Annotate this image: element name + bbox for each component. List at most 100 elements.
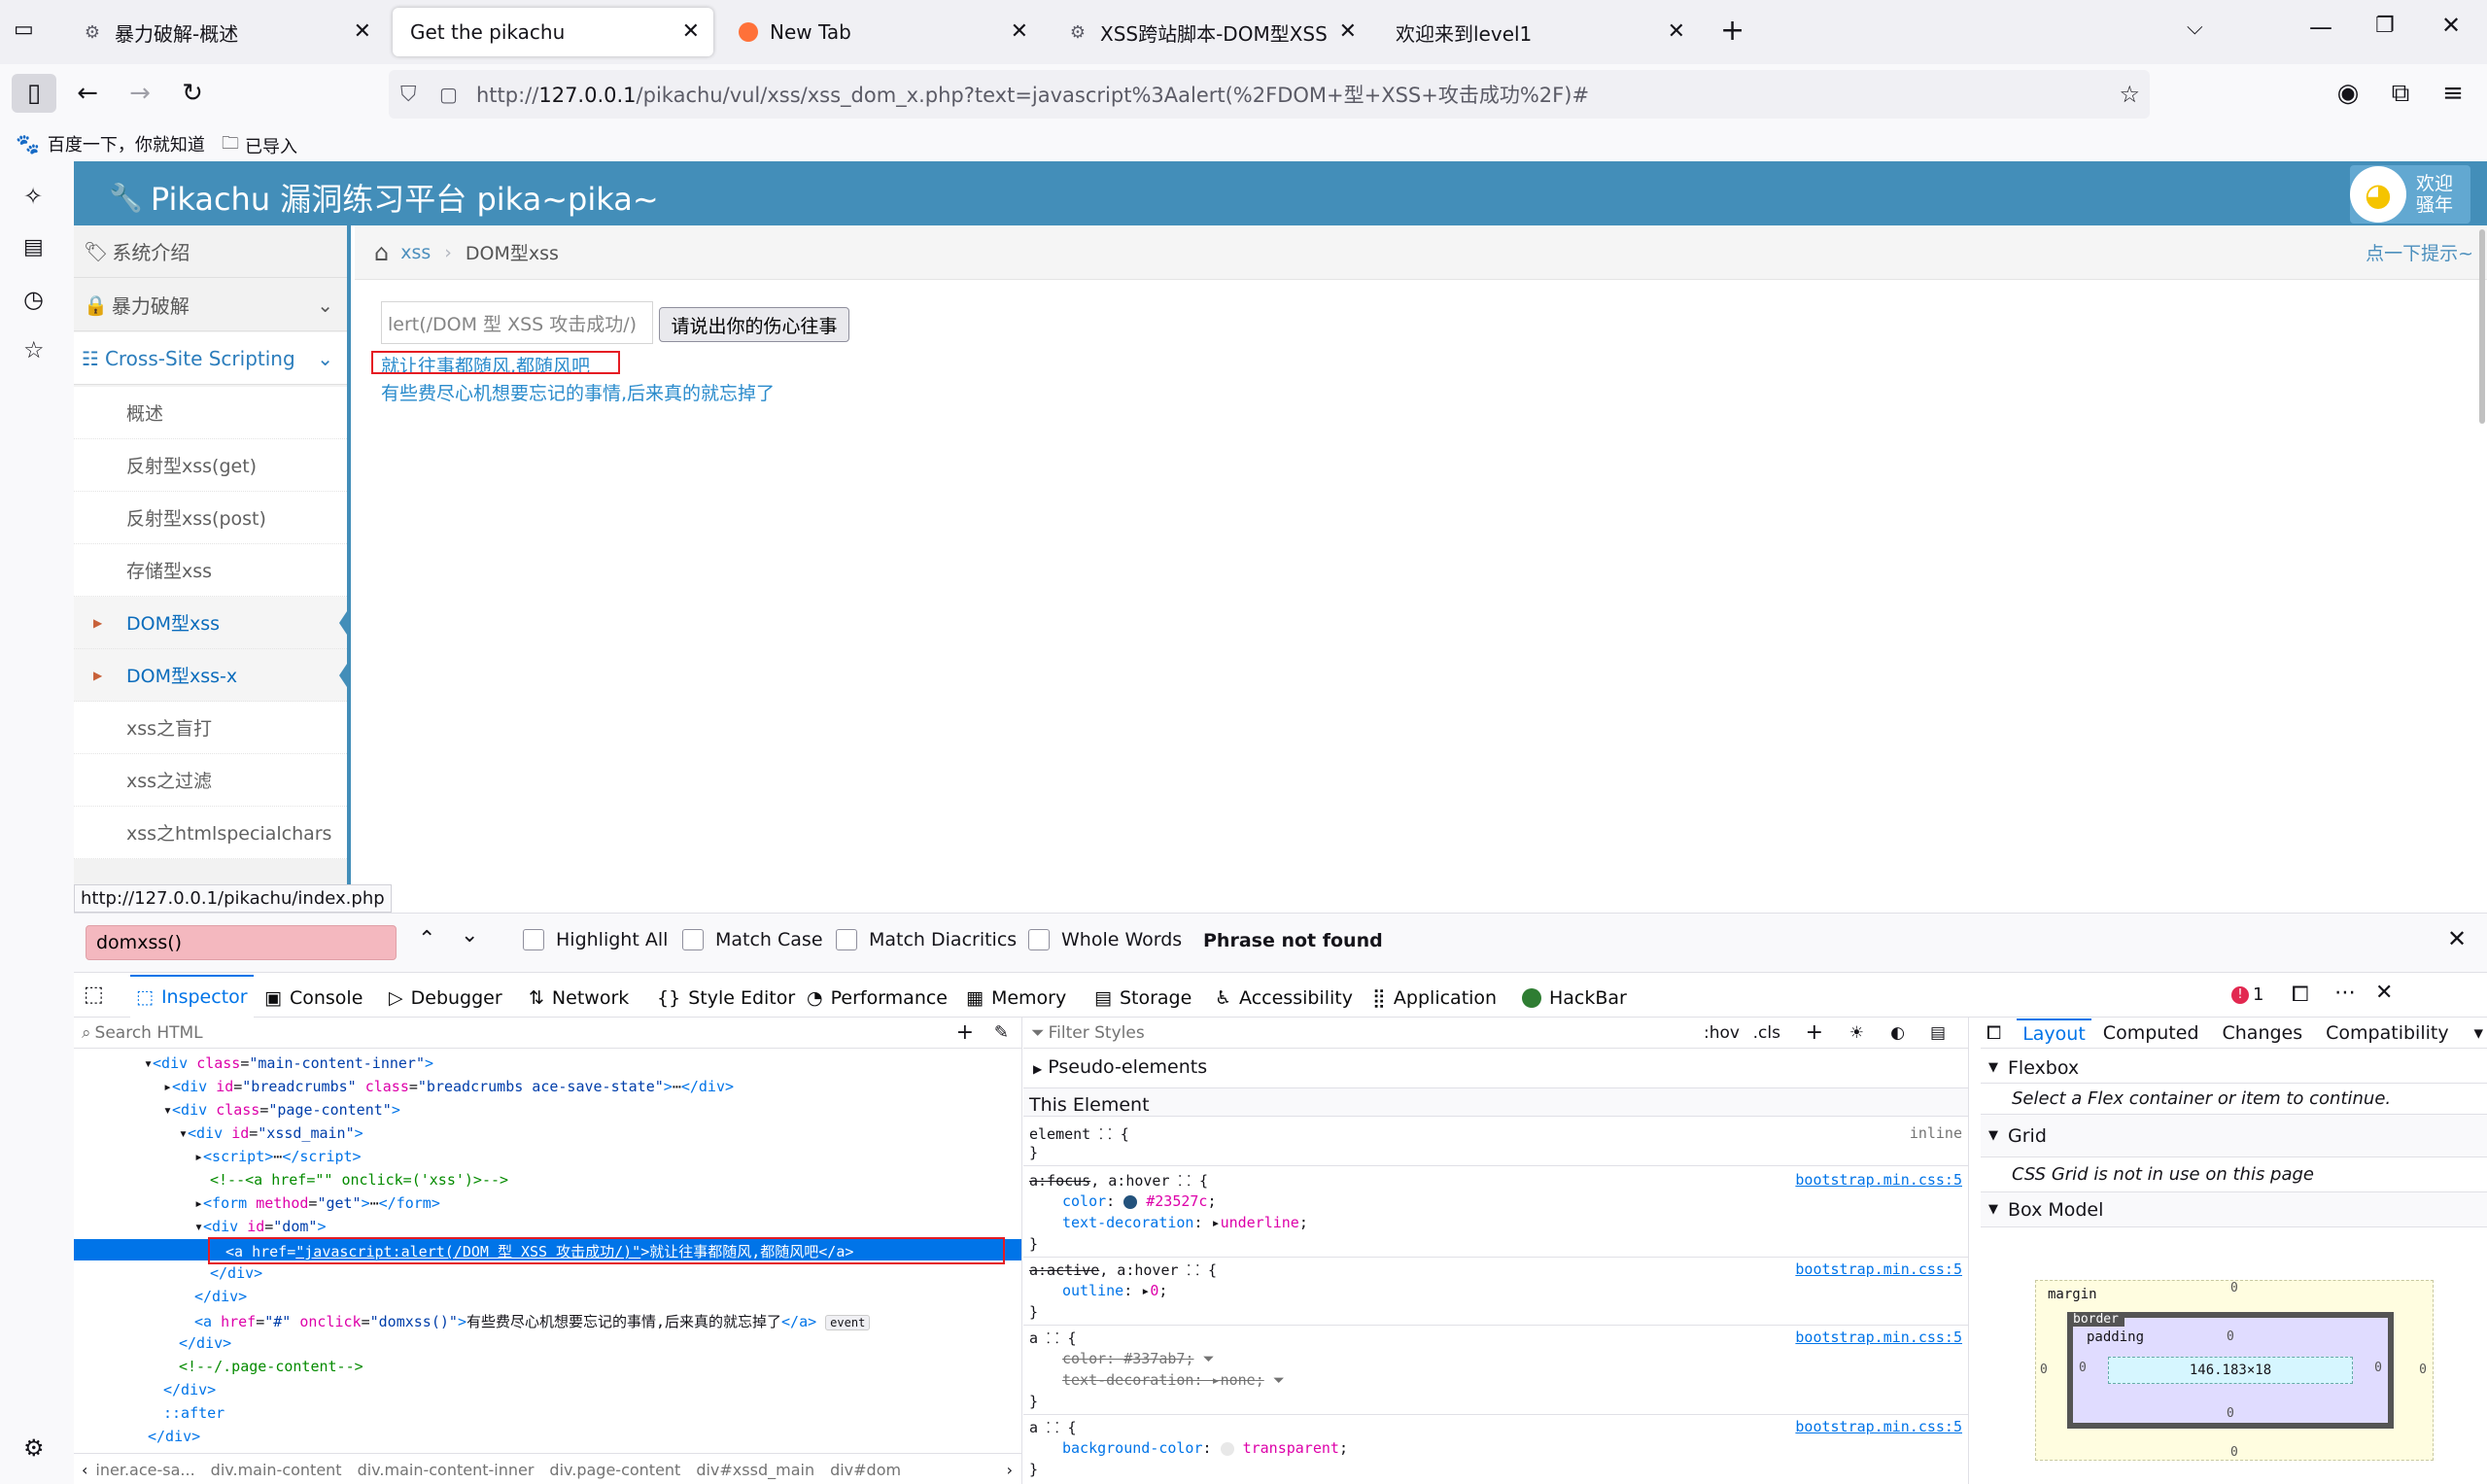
chevron-right-icon[interactable]: ›: [1007, 1461, 1013, 1479]
submenu-item[interactable]: 概述: [74, 387, 347, 439]
tab-layout[interactable]: Layout: [2017, 1018, 2091, 1048]
grid-section[interactable]: ▼ Grid: [1981, 1115, 2487, 1157]
close-devtools-icon[interactable]: ✕: [2375, 981, 2393, 1005]
submenu-item-active[interactable]: ▶ DOM型xss: [74, 597, 351, 649]
tab-new-tab[interactable]: New Tab ✕: [721, 8, 1042, 56]
new-tab-button[interactable]: +: [1720, 14, 1744, 48]
event-badge[interactable]: event: [825, 1315, 871, 1330]
submenu-item-active[interactable]: ▶ DOM型xss-x: [74, 649, 351, 702]
css-declaration[interactable]: color: #23527c;: [1062, 1192, 1217, 1210]
markup-line[interactable]: ▸<form method="get">⋯</form>: [194, 1194, 440, 1212]
tab-storage[interactable]: ▤ Storage: [1094, 981, 1192, 1016]
css-source-link[interactable]: bootstrap.min.css:5: [1795, 1260, 1962, 1278]
tab-memory[interactable]: ▦ Memory: [966, 981, 1066, 1016]
submenu-item[interactable]: xss之盲打: [74, 702, 347, 754]
hint-link[interactable]: 点一下提示~: [2366, 239, 2473, 265]
extensions-icon[interactable]: ⧉: [2381, 74, 2420, 113]
text-input[interactable]: [381, 301, 653, 344]
box-model-section[interactable]: ▼ Box Model: [1981, 1192, 2487, 1227]
chevron-down-icon[interactable]: ⌵: [2187, 16, 2203, 40]
css-declaration[interactable]: background-color: transparent;: [1062, 1439, 1348, 1457]
dock-icon[interactable]: ⧠: [2292, 983, 2309, 1007]
menu-icon[interactable]: ≡: [2434, 74, 2472, 113]
tab-performance[interactable]: ◔ Performance: [807, 981, 948, 1016]
hov-toggle[interactable]: :hov: [1704, 1023, 1740, 1043]
page-scrollbar[interactable]: [2479, 229, 2485, 424]
markup-line[interactable]: <a href="#" onclick="domxss()">有些费尽心机想要忘…: [194, 1311, 871, 1331]
markup-line[interactable]: ::after: [163, 1404, 225, 1422]
markup-line[interactable]: ▾<div id="xssd_main">: [179, 1124, 363, 1142]
tab-hackbar[interactable]: HackBar: [1522, 981, 1627, 1016]
css-declaration[interactable]: text-decoration: ▸underline;: [1062, 1214, 1308, 1231]
tab-level1[interactable]: 欢迎来到level1 ✕: [1378, 8, 1699, 56]
tab-brute-force[interactable]: ⚙ 暴力破解-概述 ✕: [64, 8, 385, 56]
close-tab-icon[interactable]: ✕: [682, 19, 700, 44]
search-html-input[interactable]: Search HTML: [95, 1023, 203, 1043]
box-model-content[interactable]: 146.183×18: [2108, 1357, 2353, 1384]
close-tab-icon[interactable]: ✕: [354, 19, 371, 44]
tab-compatibility[interactable]: Compatibility: [2326, 1022, 2448, 1044]
dark-mode-icon[interactable]: ◐: [1890, 1023, 1905, 1043]
bookmark-folder-imported[interactable]: 🗀 已导入: [222, 131, 297, 160]
markup-line[interactable]: <!--<a href="" onclick=('xss')>-->: [210, 1171, 508, 1189]
breadcrumb-link-xss[interactable]: xss: [400, 242, 431, 263]
add-node-icon[interactable]: +: [956, 1020, 974, 1045]
bookmarks-star-icon[interactable]: ☆: [23, 336, 45, 363]
menu-item-brute-force[interactable]: 🔒 暴力破解 ⌄: [74, 279, 347, 331]
box-model-border[interactable]: border padding 0 0 0 0 146.183×18: [2067, 1312, 2394, 1429]
cls-toggle[interactable]: .cls: [1753, 1023, 1780, 1043]
ai-chat-icon[interactable]: ✧: [23, 183, 43, 210]
match-diacritics-checkbox[interactable]: Match Diacritics: [836, 929, 1017, 950]
account-icon[interactable]: ◉: [2329, 74, 2367, 113]
submenu-item[interactable]: xss之过滤: [74, 754, 347, 807]
close-window-button[interactable]: ✕: [2441, 12, 2461, 39]
print-icon[interactable]: ▤: [1930, 1023, 1946, 1043]
find-input[interactable]: [86, 925, 397, 960]
minimize-button[interactable]: —: [2309, 14, 2332, 41]
markup-line[interactable]: </div>: [163, 1381, 216, 1398]
tab-get-pikachu[interactable]: Get the pikachu ✕: [393, 8, 713, 56]
chevron-down-icon[interactable]: ▾: [2473, 1022, 2483, 1044]
css-rule-hover[interactable]: a:focus, a:hover ⸬ {: [1029, 1171, 1208, 1191]
settings-gear-icon[interactable]: ⚙: [23, 1434, 45, 1462]
css-declaration-overridden[interactable]: color: #337ab7; ⏷: [1062, 1350, 1215, 1367]
markup-line[interactable]: </div>: [179, 1334, 231, 1352]
tab-list-icon[interactable]: ▭: [14, 17, 43, 47]
tab-console[interactable]: ▣ Console: [264, 981, 363, 1016]
tab-debugger[interactable]: ▷ Debugger: [389, 981, 502, 1016]
highlight-all-checkbox[interactable]: Highlight All: [523, 929, 668, 950]
url-bar[interactable]: ⛉ ▢ http://127.0.0.1/pikachu/vul/xss/xss…: [389, 70, 2150, 119]
markup-line[interactable]: ▾<div class="main-content-inner">: [144, 1054, 433, 1072]
bookmark-baidu[interactable]: 🐾 百度一下，你就知道: [16, 131, 205, 156]
chevron-left-icon[interactable]: ‹: [82, 1461, 87, 1479]
eyedropper-icon[interactable]: ✎: [994, 1022, 1009, 1043]
css-source-link[interactable]: bootstrap.min.css:5: [1795, 1171, 1962, 1189]
element-picker-icon[interactable]: ⬚: [84, 983, 104, 1007]
match-case-checkbox[interactable]: Match Case: [682, 929, 823, 950]
css-declaration[interactable]: outline: ▸0;: [1062, 1282, 1167, 1299]
markup-line[interactable]: ▾<div class="page-content">: [163, 1101, 400, 1119]
submenu-item[interactable]: 反射型xss(post): [74, 492, 347, 544]
tab-changes[interactable]: Changes: [2223, 1022, 2303, 1044]
error-badge[interactable]: ! 1: [2231, 984, 2263, 1005]
light-mode-icon[interactable]: ☀: [1849, 1023, 1864, 1043]
restore-button[interactable]: ❐: [2375, 14, 2395, 38]
markup-line[interactable]: <!--/.page-content-->: [179, 1358, 363, 1375]
tab-computed[interactable]: Computed: [2103, 1022, 2199, 1044]
forward-button[interactable]: →: [121, 74, 159, 113]
toggle-sidebar-icon[interactable]: ⧠: [1986, 1022, 2001, 1044]
css-rule-active[interactable]: a:active, a:hover ⸬ {: [1029, 1260, 1217, 1280]
css-source-link[interactable]: bootstrap.min.css:5: [1795, 1329, 1962, 1346]
find-next-icon[interactable]: ⌄: [461, 923, 478, 948]
css-rule-a[interactable]: a ⸬ {: [1029, 1329, 1077, 1348]
tab-network[interactable]: ⇅ Network: [529, 981, 629, 1016]
filter-styles-input[interactable]: Filter Styles: [1049, 1023, 1145, 1043]
add-rule-icon[interactable]: +: [1806, 1020, 1823, 1045]
markup-line[interactable]: </div>: [210, 1264, 262, 1282]
tab-application[interactable]: ⣿ Application: [1372, 981, 1497, 1016]
close-tab-icon[interactable]: ✕: [1011, 19, 1028, 44]
whole-words-checkbox[interactable]: Whole Words: [1028, 929, 1182, 950]
close-tab-icon[interactable]: ✕: [1668, 19, 1685, 44]
submenu-item[interactable]: 反射型xss(get): [74, 439, 347, 492]
css-declaration-overridden[interactable]: text-decoration: ▸none; ⏷: [1062, 1371, 1285, 1389]
